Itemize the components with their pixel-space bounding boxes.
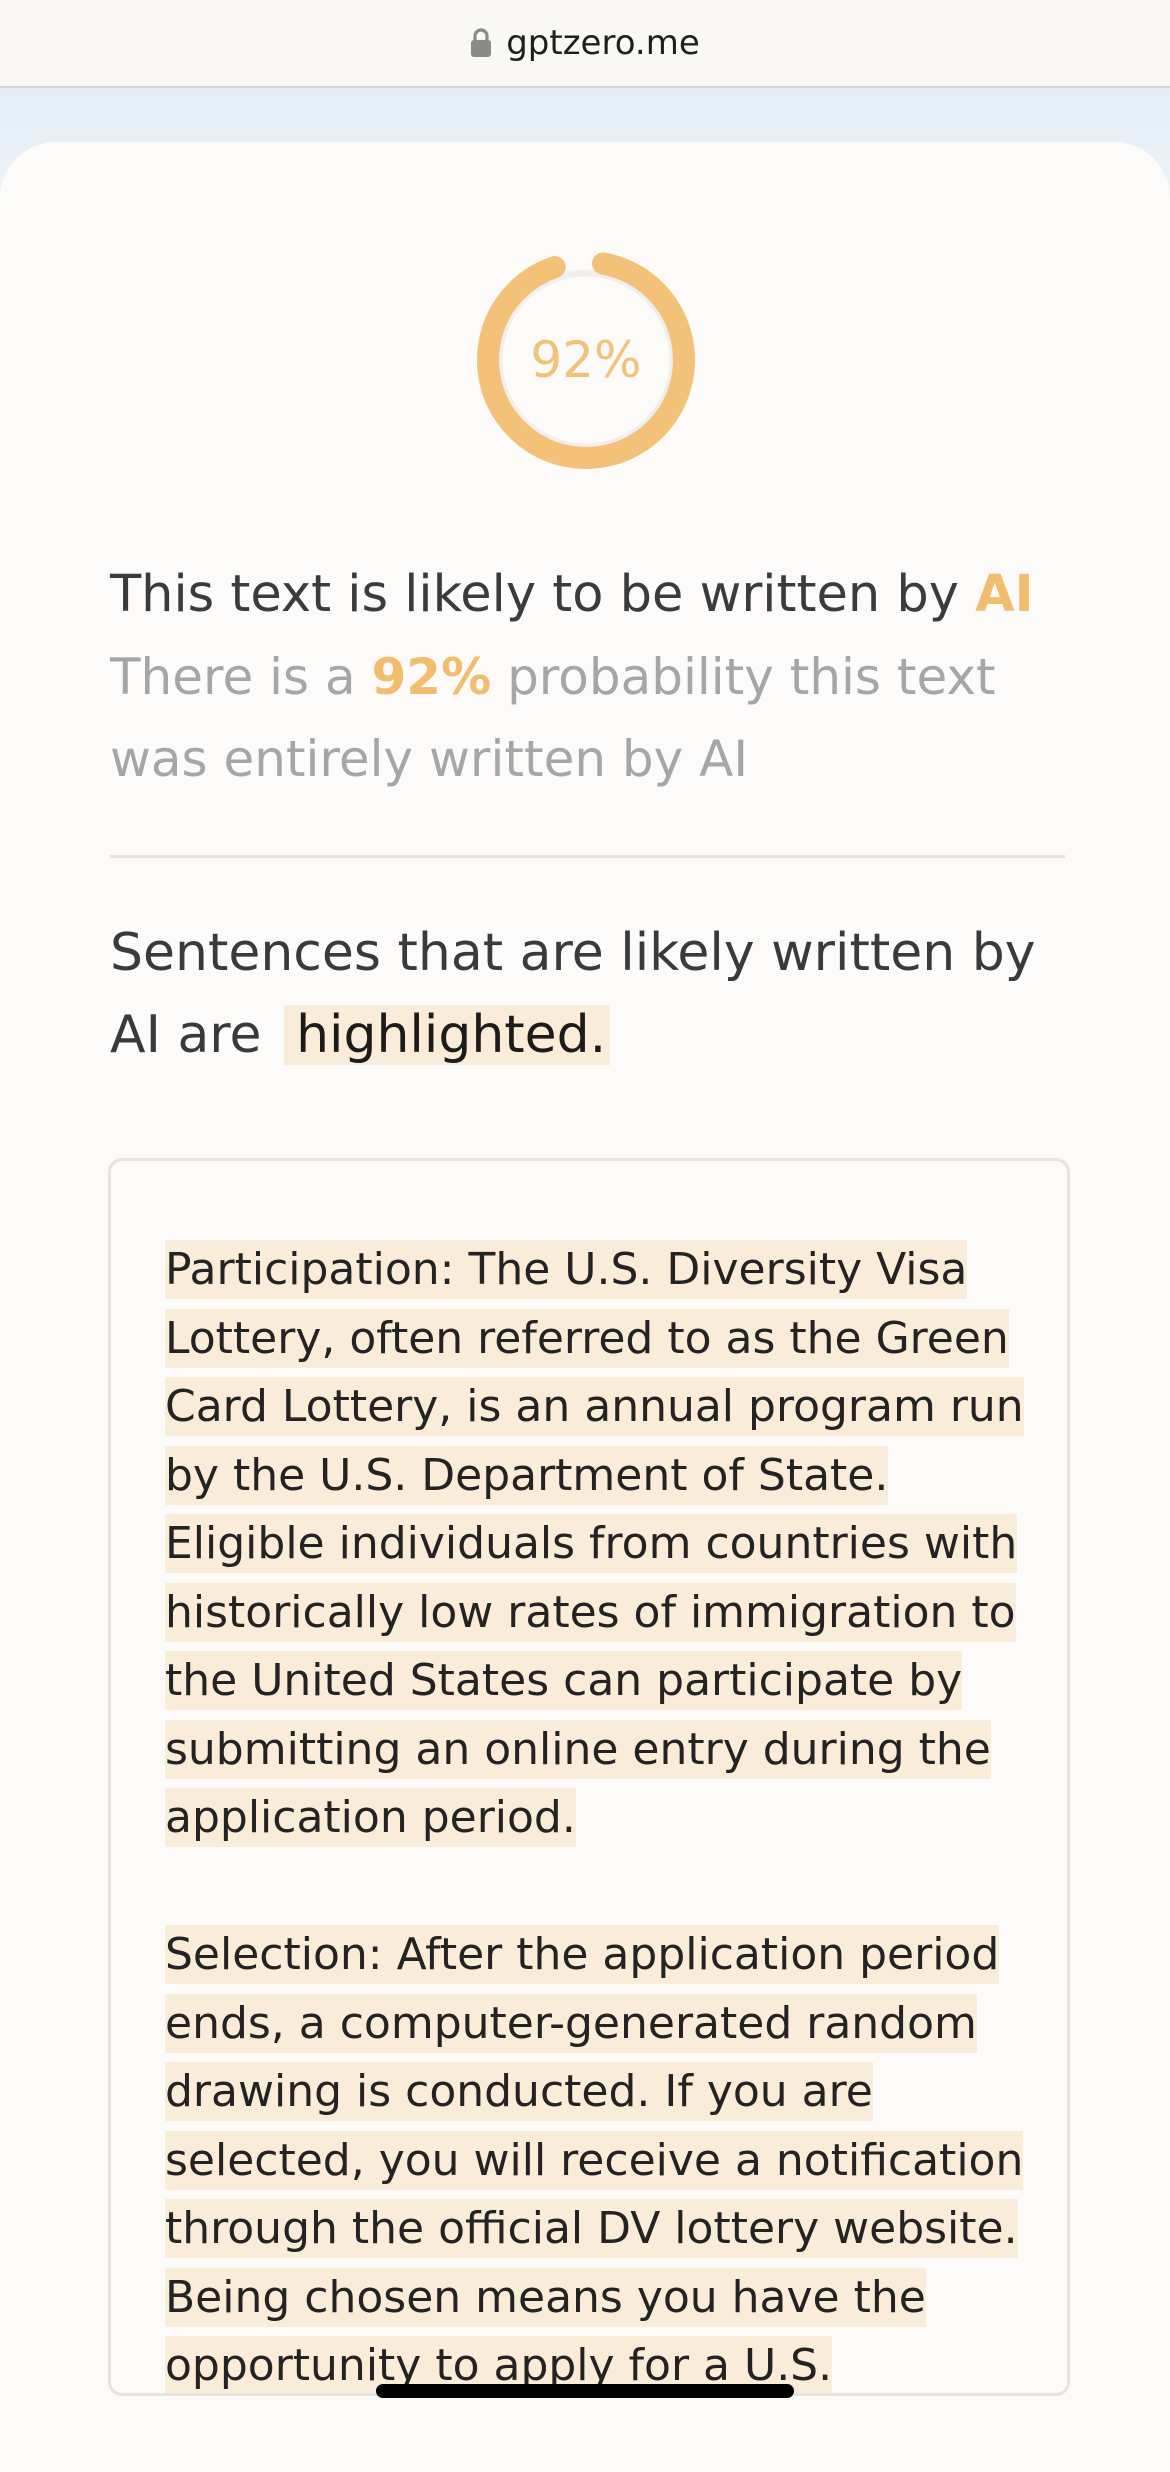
verdict-prefix: This text is likely to be written by (110, 565, 976, 624)
url-text: gptzero.me (506, 23, 700, 63)
home-indicator[interactable] (376, 2384, 794, 2398)
lock-icon (470, 28, 492, 58)
highlight-explanation: Sentences that are likely written by AI … (110, 912, 1070, 1076)
url-display[interactable]: gptzero.me (470, 23, 700, 63)
verdict-headline: This text is likely to be written by AI (110, 558, 1070, 632)
probability-prefix: There is a (110, 648, 372, 706)
analyzed-text-panel[interactable]: Participation: The U.S. Diversity Visa L… (108, 1158, 1070, 2396)
highlighted-sentences: Participation: The U.S. Diversity Visa L… (165, 1240, 1024, 1847)
section-divider (110, 855, 1065, 858)
analyzed-paragraph: Selection: After the application period … (165, 1921, 1045, 2393)
probability-statement: There is a 92% probability this text was… (110, 636, 1070, 800)
verdict-ai-label: AI (975, 565, 1034, 624)
gauge-percent-label: 92% (530, 331, 642, 389)
browser-address-bar[interactable]: gptzero.me (0, 0, 1170, 88)
highlighted-sentences: Selection: After the application period … (165, 1925, 1024, 2393)
analyzed-paragraph: Participation: The U.S. Diversity Visa L… (165, 1236, 1045, 1853)
probability-value: 92% (371, 648, 492, 706)
highlighted-word-sample: highlighted. (284, 1005, 611, 1065)
